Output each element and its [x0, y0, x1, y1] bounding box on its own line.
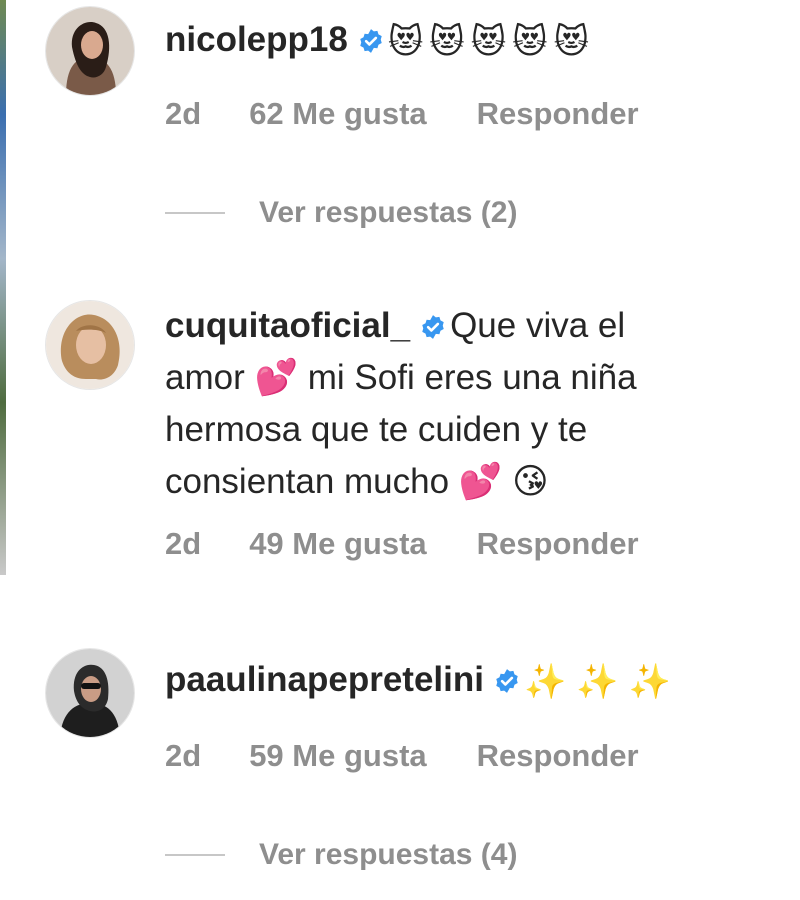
- likes-count[interactable]: 49 Me gusta: [249, 526, 426, 562]
- username[interactable]: paaulinapepretelini: [165, 660, 484, 699]
- divider-line: [165, 854, 225, 856]
- view-replies-label: Ver respuestas (4): [259, 838, 518, 871]
- comment-text-line: amor 💕 mi Sofi eres una niña: [165, 358, 637, 397]
- likes-count[interactable]: 59 Me gusta: [249, 738, 426, 774]
- view-replies-button[interactable]: Ver respuestas (2): [165, 196, 517, 230]
- username[interactable]: nicolepp18: [165, 20, 348, 59]
- timestamp: 2d: [165, 526, 202, 561]
- comment-meta: 2d 59 Me gusta Responder: [165, 738, 639, 774]
- reply-button[interactable]: Responder: [477, 738, 639, 774]
- comment-emojis: 😻😻😻😻😻: [387, 23, 596, 61]
- verified-badge-icon: [358, 17, 384, 53]
- divider-line: [165, 212, 225, 214]
- background-photo-edge: [0, 0, 6, 575]
- verified-badge-icon: [494, 657, 520, 693]
- avatar[interactable]: [45, 6, 135, 96]
- view-replies-button[interactable]: Ver respuestas (4): [165, 838, 517, 872]
- reply-button[interactable]: Responder: [477, 96, 639, 132]
- comment-text-line: hermosa que te cuiden y te: [165, 410, 588, 449]
- timestamp: 2d: [165, 96, 202, 131]
- comment-meta: 2d 62 Me gusta Responder: [165, 96, 639, 132]
- avatar[interactable]: [45, 648, 135, 738]
- comment-text-line: consientan mucho 💕 😘: [165, 462, 549, 501]
- likes-count[interactable]: 62 Me gusta: [249, 96, 426, 132]
- verified-badge-icon: [420, 303, 446, 339]
- username[interactable]: cuquitaoficial_: [165, 306, 410, 345]
- comment-meta: 2d 49 Me gusta Responder: [165, 526, 639, 562]
- timestamp: 2d: [165, 738, 202, 773]
- comment-text: Que viva el: [450, 306, 626, 345]
- avatar[interactable]: [45, 300, 135, 390]
- comment-emojis: ✨✨✨: [523, 663, 681, 701]
- reply-button[interactable]: Responder: [477, 526, 639, 562]
- view-replies-label: Ver respuestas (2): [259, 196, 518, 229]
